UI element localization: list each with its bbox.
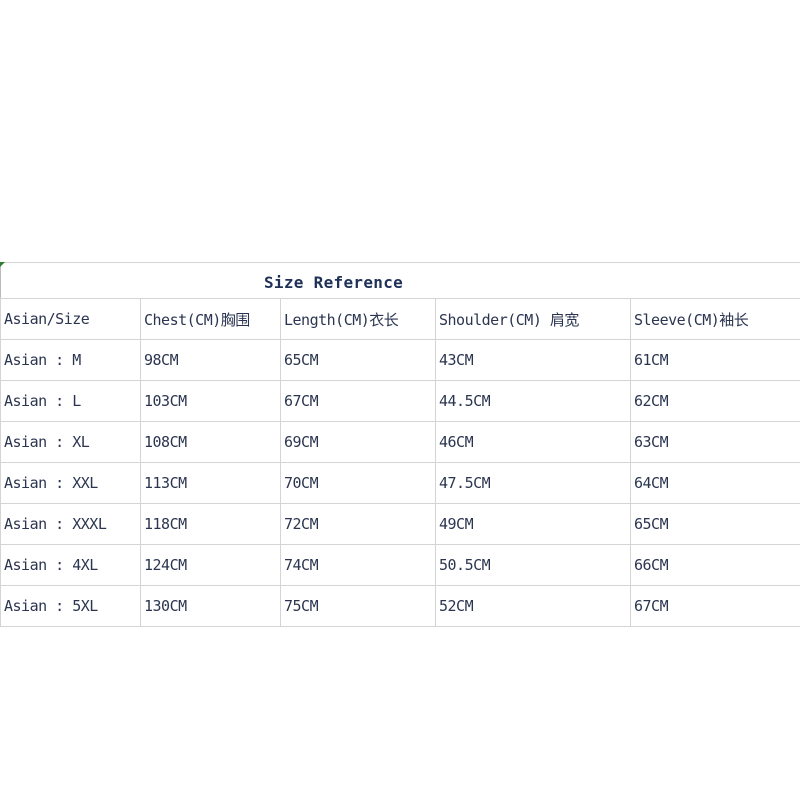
table-cell: 74CM [280, 544, 436, 586]
table-title: Size Reference [264, 273, 404, 292]
table-cell: Asian : 4XL [0, 544, 141, 586]
table-row: Asian : XXL 113CM 70CM 47.5CM 64CM [0, 462, 800, 504]
table-cell: 65CM [629, 503, 800, 545]
table-cell: 65CM [280, 339, 436, 381]
header-cell: Chest(CM)胸围 [140, 298, 281, 340]
header-cell: Asian/Size [0, 298, 141, 340]
table-cell: 47.5CM [435, 462, 631, 504]
table-cell: 124CM [140, 544, 281, 586]
header-cell: Shoulder(CM) 肩宽 [435, 298, 631, 340]
title-row: Size Reference [0, 262, 800, 299]
table-row: Asian : L 103CM 67CM 44.5CM 62CM [0, 380, 800, 422]
table-cell: Asian : XXL [0, 462, 141, 504]
table-cell: 67CM [629, 585, 800, 627]
table-cell: 113CM [140, 462, 281, 504]
table-cell: 50.5CM [435, 544, 631, 586]
table-cell: Asian : XXXL [0, 503, 141, 545]
table-cell: 44.5CM [435, 380, 631, 422]
table-cell: 43CM [435, 339, 631, 381]
size-chart: Size Reference Asian/Size Chest(CM)胸围 Le… [0, 262, 800, 627]
table-cell: 118CM [140, 503, 281, 545]
table-cell: 98CM [140, 339, 281, 381]
header-cell: Sleeve(CM)袖长 [629, 298, 800, 340]
table-cell: 69CM [280, 421, 436, 463]
header-row: Asian/Size Chest(CM)胸围 Length(CM)衣长 Shou… [0, 298, 800, 340]
table-cell: 46CM [435, 421, 631, 463]
table-cell: Asian : 5XL [0, 585, 141, 627]
table-cell: 130CM [140, 585, 281, 627]
header-cell: Length(CM)衣长 [280, 298, 436, 340]
table-cell: 108CM [140, 421, 281, 463]
table-cell: 49CM [435, 503, 631, 545]
table-cell: Asian : XL [0, 421, 141, 463]
table-cell: 61CM [629, 339, 800, 381]
size-table: Size Reference Asian/Size Chest(CM)胸围 Le… [0, 262, 800, 627]
table-cell: 75CM [280, 585, 436, 627]
table-row: Asian : 5XL 130CM 75CM 52CM 67CM [0, 585, 800, 627]
table-row: Asian : 4XL 124CM 74CM 50.5CM 66CM [0, 544, 800, 586]
table-cell: 70CM [280, 462, 436, 504]
table-cell: 103CM [140, 380, 281, 422]
table-cell: 63CM [629, 421, 800, 463]
table-cell: 72CM [280, 503, 436, 545]
table-cell: Asian : M [0, 339, 141, 381]
table-cell: Asian : L [0, 380, 141, 422]
table-cell: 67CM [280, 380, 436, 422]
table-cell: 66CM [629, 544, 800, 586]
table-row: Asian : XXXL 118CM 72CM 49CM 65CM [0, 503, 800, 545]
table-row: Asian : XL 108CM 69CM 46CM 63CM [0, 421, 800, 463]
table-cell: 64CM [629, 462, 800, 504]
table-cell: 52CM [435, 585, 631, 627]
table-cell: 62CM [629, 380, 800, 422]
table-row: Asian : M 98CM 65CM 43CM 61CM [0, 339, 800, 381]
